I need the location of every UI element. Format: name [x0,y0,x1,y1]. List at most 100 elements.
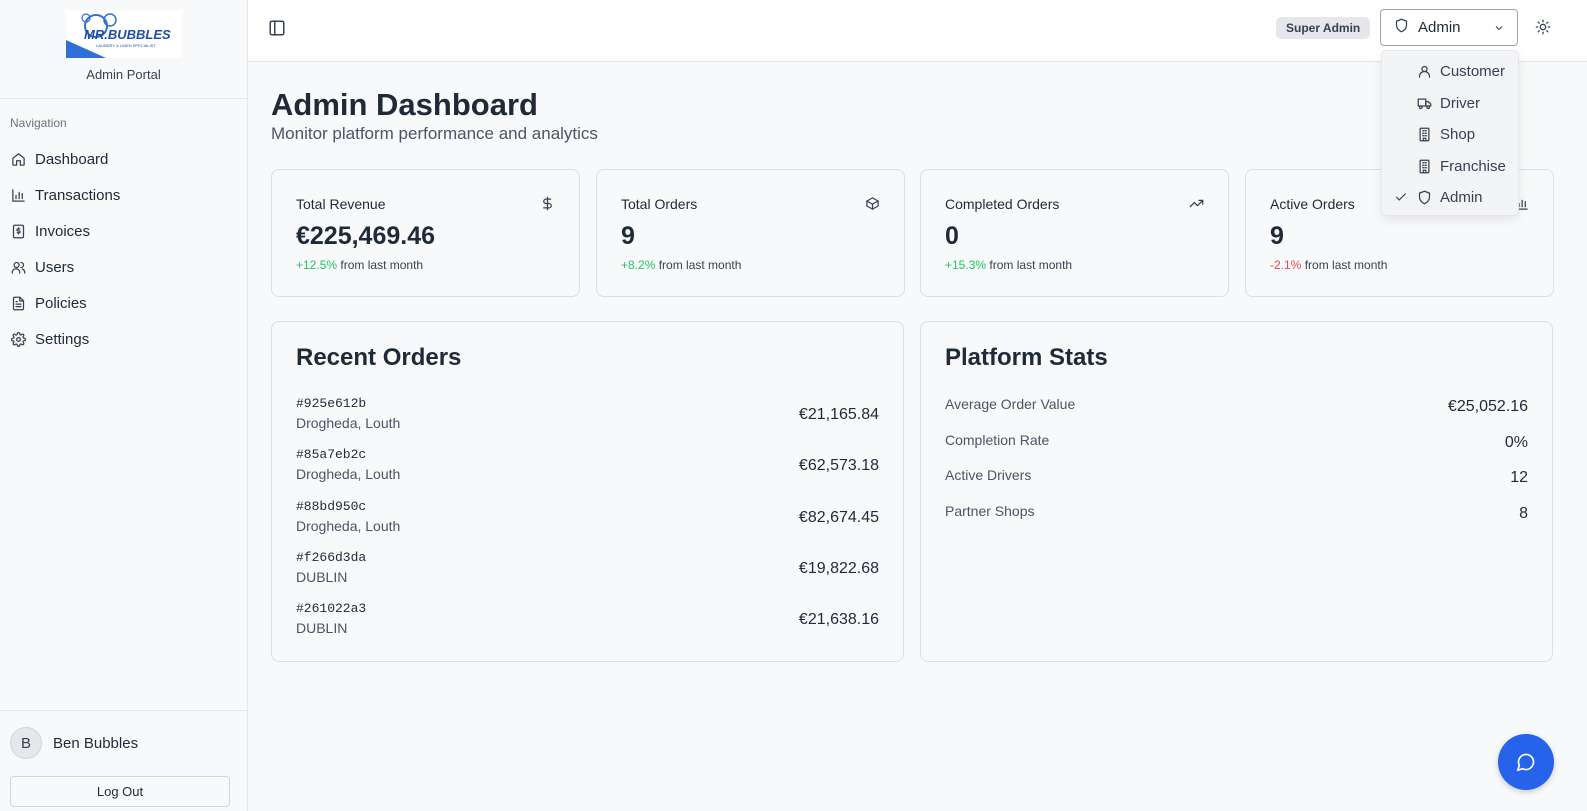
logout-button[interactable]: Log Out [10,776,230,807]
check-icon [1394,190,1408,204]
stat-label: Average Order Value [945,396,1076,412]
avatar: B [10,727,42,759]
role-dropdown-menu: Customer Driver Shop Franchise Admin [1381,50,1519,216]
order-amount: €82,674.45 [798,509,879,526]
order-row[interactable]: #261022a3 DUBLIN €21,638.16 [296,601,879,645]
role-option-admin[interactable]: Admin [1382,182,1520,212]
role-option-shop[interactable]: Shop [1382,119,1520,149]
dollar-icon [540,196,555,211]
platform-stat-row: Partner Shops 8 [945,503,1528,527]
chat-button[interactable] [1498,734,1554,790]
file-text-icon [10,295,26,311]
order-id: #261022a3 [296,601,367,616]
shield-icon [1394,18,1409,37]
change-suffix: from last month [340,258,424,272]
trending-up-icon [1189,196,1204,211]
role-option-customer[interactable]: Customer [1382,56,1520,86]
building-icon [1417,159,1432,174]
order-amount: €21,638.16 [798,611,879,628]
role-badge: Super Admin [1276,17,1371,39]
stat-change: +8.2% from last month [621,258,741,272]
order-id: #f266d3da [296,550,367,565]
brand: MR.BUBBLES LAUNDRY & LINEN SPECIALIST Ad… [0,0,247,99]
sidebar-item-label: Transactions [35,186,121,204]
sidebar-item-transactions[interactable]: Transactions [0,177,247,213]
sidebar: MR.BUBBLES LAUNDRY & LINEN SPECIALIST Ad… [0,0,248,811]
stat-value: 8 [1519,505,1528,522]
stat-card-total-orders: Total Orders 9 +8.2% from last month [596,169,905,297]
sidebar-item-users[interactable]: Users [0,249,247,285]
order-id: #85a7eb2c [296,447,367,462]
change-suffix: from last month [989,258,1073,272]
stat-change: +15.3% from last month [945,258,1072,272]
home-icon [10,151,26,167]
change-suffix: from last month [658,258,742,272]
user-name: Ben Bubbles [53,734,139,752]
shield-icon [1417,190,1432,205]
order-id: #925e612b [296,396,367,411]
bar-chart-icon [10,187,26,203]
sidebar-item-settings[interactable]: Settings [0,321,247,357]
panel-title: Recent Orders [296,344,462,371]
platform-stats-panel: Platform Stats Average Order Value €25,0… [920,321,1553,662]
order-row[interactable]: #85a7eb2c Drogheda, Louth €62,573.18 [296,447,879,491]
sidebar-item-label: Users [35,258,75,276]
chat-icon [1516,752,1536,772]
package-icon [865,196,880,211]
role-select[interactable]: Admin [1380,9,1518,46]
stat-change: +12.5% from last month [296,258,423,272]
role-select-value: Admin [1418,19,1461,36]
stat-label: Partner Shops [945,503,1035,519]
option-label: Shop [1440,125,1476,143]
role-option-driver[interactable]: Driver [1382,88,1520,118]
chevron-down-icon [1493,21,1505,33]
nav-section-title: Navigation [10,116,67,130]
building-icon [1417,127,1432,142]
stat-change: -2.1% from last month [1270,258,1387,272]
sidebar-item-label: Settings [35,330,90,348]
change-percent: +15.3% [945,258,987,272]
receipt-icon [10,223,26,239]
order-row[interactable]: #88bd950c Drogheda, Louth €82,674.45 [296,499,879,543]
sidebar-item-dashboard[interactable]: Dashboard [0,141,247,177]
stat-title: Total Revenue [296,196,386,212]
sidebar-item-invoices[interactable]: Invoices [0,213,247,249]
user-area: B Ben Bubbles Log Out [0,710,247,811]
order-amount: €62,573.18 [798,457,879,474]
stat-card-total-revenue: Total Revenue €225,469.46 +12.5% from la… [271,169,580,297]
order-amount: €21,165.84 [798,406,879,423]
sidebar-toggle-icon[interactable] [268,19,286,37]
order-row[interactable]: #925e612b Drogheda, Louth €21,165.84 [296,396,879,440]
stat-value: €25,052.16 [1447,398,1528,415]
user-profile[interactable]: B Ben Bubbles [0,711,247,759]
stat-title: Total Orders [621,196,698,212]
stat-label: Completion Rate [945,432,1050,448]
company-logo[interactable]: MR.BUBBLES LAUNDRY & LINEN SPECIALIST [65,10,182,58]
stat-value: 9 [1270,222,1284,250]
panel-title: Platform Stats [945,344,1108,371]
portal-label: Admin Portal [86,67,161,82]
sun-icon[interactable] [1535,19,1553,37]
sidebar-item-label: Invoices [35,222,91,240]
platform-stat-row: Active Drivers 12 [945,467,1528,491]
logo-tagline: LAUNDRY & LINEN SPECIALIST [96,43,156,48]
stat-value: 9 [621,222,635,250]
stat-label: Active Drivers [945,467,1032,483]
sidebar-item-policies[interactable]: Policies [0,285,247,321]
stat-title: Active Orders [1270,196,1355,212]
change-percent: -2.1% [1270,258,1302,272]
stat-value: 0 [945,222,959,250]
platform-stat-row: Average Order Value €25,052.16 [945,396,1528,420]
option-label: Customer [1440,62,1506,80]
logo-text: MR.BUBBLES [84,27,171,42]
user-icon [1417,64,1432,79]
recent-orders-panel: Recent Orders #925e612b Drogheda, Louth … [271,321,904,662]
stat-title: Completed Orders [945,196,1060,212]
option-label: Admin [1440,188,1483,206]
order-row[interactable]: #f266d3da DUBLIN €19,822.68 [296,550,879,594]
order-id: #88bd950c [296,499,367,514]
stat-value: €225,469.46 [296,222,436,250]
role-option-franchise[interactable]: Franchise [1382,151,1520,181]
stat-value: 0% [1504,434,1528,451]
gear-icon [10,331,26,347]
